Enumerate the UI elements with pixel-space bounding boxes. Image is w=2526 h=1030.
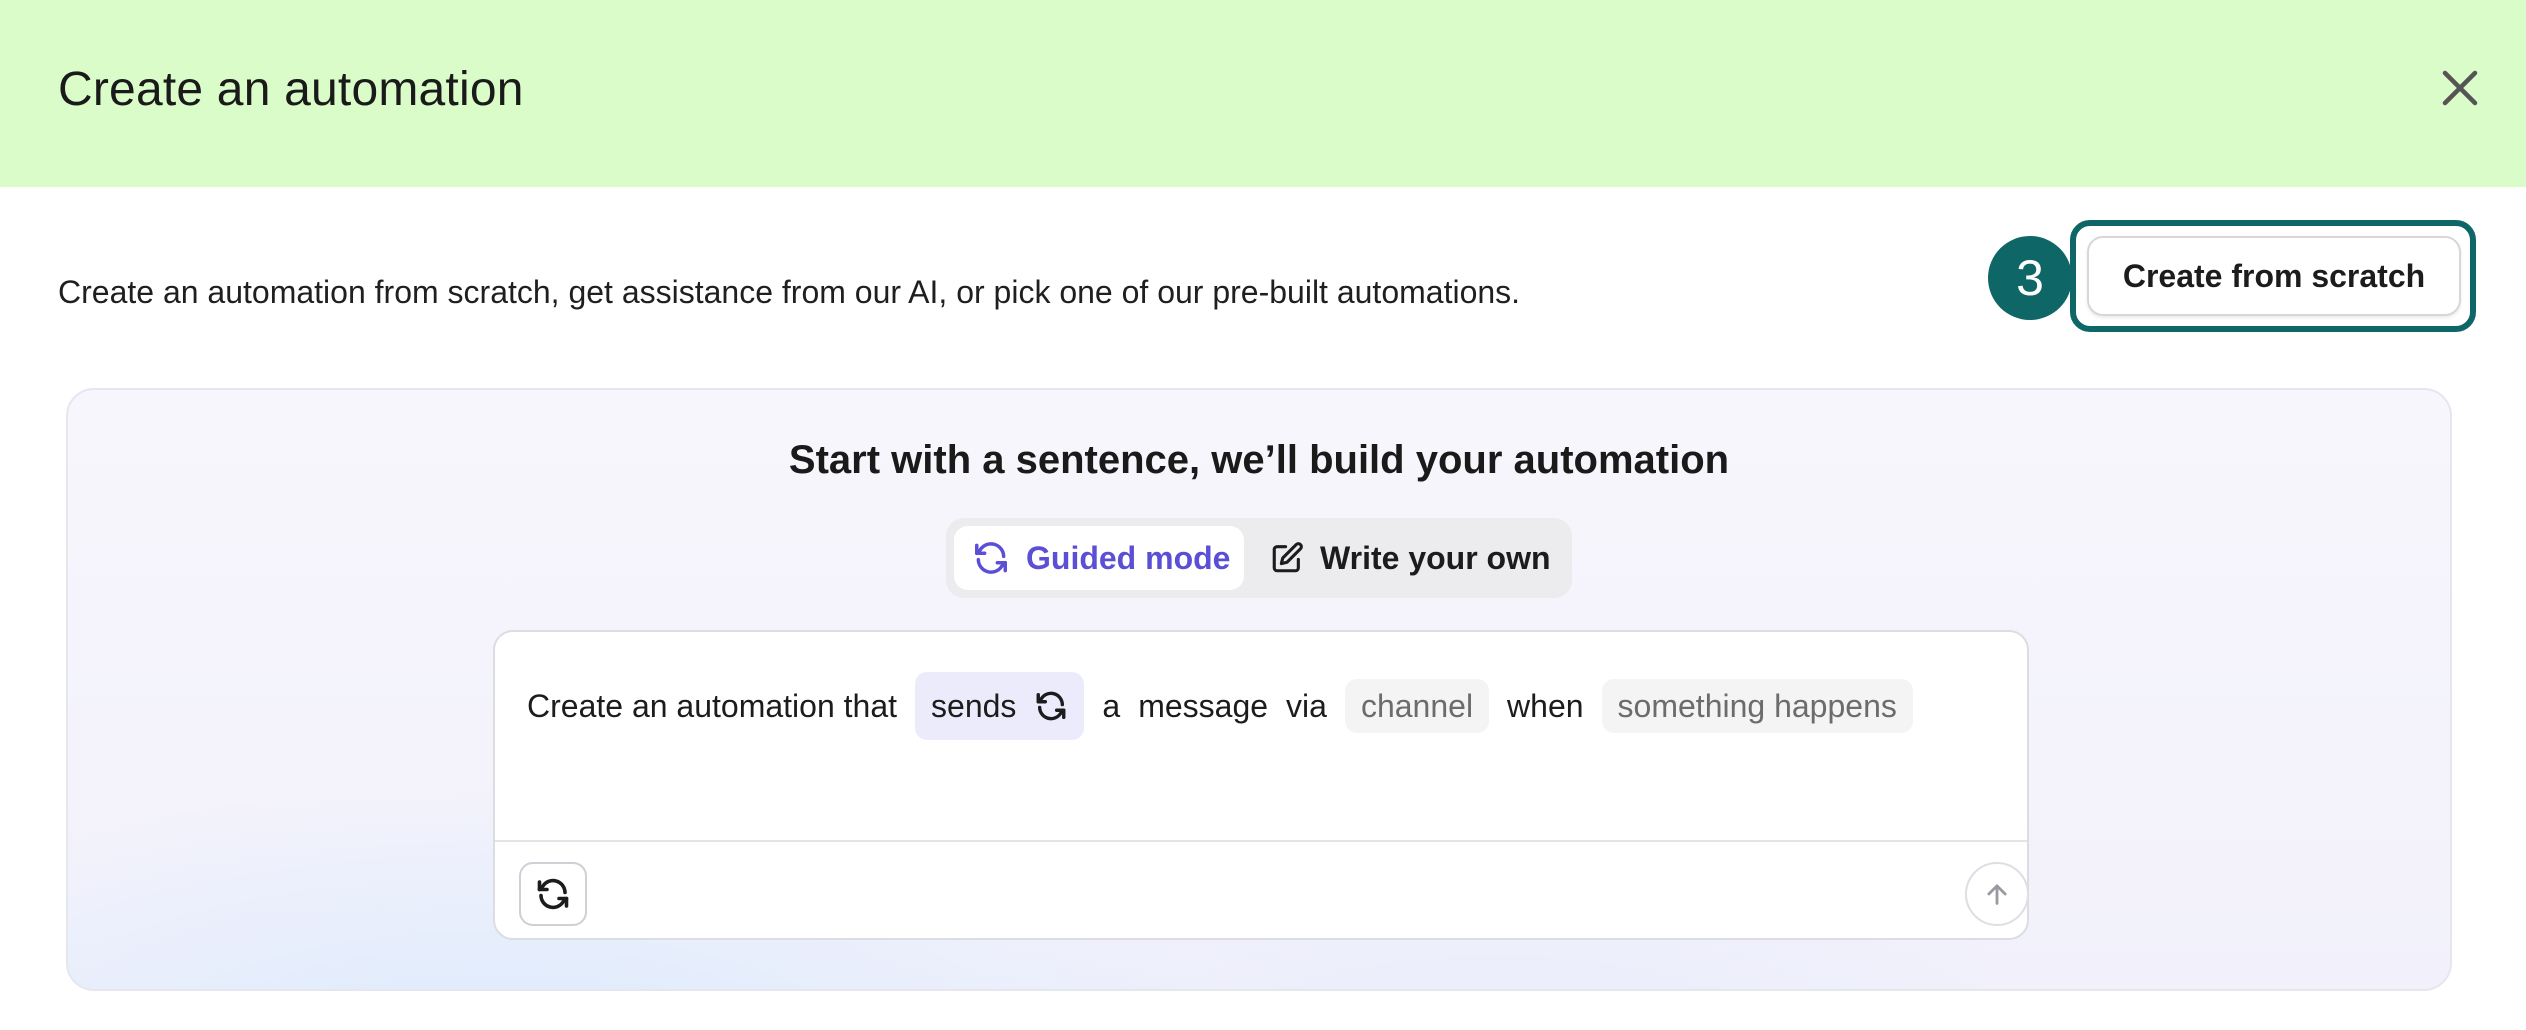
- tab-guided-mode[interactable]: Guided mode: [954, 526, 1244, 590]
- refresh-icon: [1036, 691, 1066, 721]
- shuffle-button[interactable]: [519, 862, 587, 926]
- ai-builder-title: Start with a sentence, we’ll build your …: [788, 438, 1730, 482]
- tab-guided-mode-label: Guided mode: [1026, 539, 1231, 576]
- close-icon: [2442, 70, 2478, 106]
- sentence-word: when: [1507, 687, 1584, 724]
- step-badge: 3: [1988, 236, 2072, 320]
- edit-icon: [1272, 542, 1303, 573]
- refresh-icon: [975, 542, 1007, 574]
- mode-toggle: Guided mode Write your own: [946, 518, 1572, 598]
- modal-description: Create an automation from scratch, get a…: [58, 274, 1521, 310]
- modal-title: Create an automation: [58, 63, 524, 116]
- action-chip-label: sends: [931, 687, 1017, 724]
- create-automation-modal: Create an automation Create an automatio…: [0, 0, 2526, 1030]
- channel-chip[interactable]: channel: [1344, 679, 1490, 733]
- tab-write-your-own[interactable]: Write your own: [1252, 526, 1564, 590]
- sentence-word: message: [1138, 687, 1269, 724]
- arrow-up-icon: [1987, 884, 2007, 905]
- close-button[interactable]: [2436, 64, 2484, 112]
- tab-write-your-own-label: Write your own: [1320, 539, 1551, 576]
- guided-sentence: Create an automation that sends a messag…: [527, 672, 1931, 740]
- sentence-word: a: [1102, 687, 1121, 724]
- sentence-word: via: [1286, 687, 1327, 724]
- create-from-scratch-button[interactable]: Create from scratch: [2087, 236, 2461, 316]
- modal-header: Create an automation: [0, 0, 2526, 187]
- trigger-chip[interactable]: something happens: [1601, 679, 1913, 733]
- sentence-prefix: Create an automation that: [527, 687, 898, 724]
- refresh-icon: [537, 878, 569, 910]
- sentence-composer: Create an automation that sends a messag…: [493, 630, 2029, 940]
- action-chip[interactable]: sends: [915, 672, 1085, 740]
- composer-divider: [495, 840, 2027, 842]
- send-button[interactable]: [1965, 862, 2029, 926]
- ai-builder-panel: Start with a sentence, we’ll build your …: [66, 388, 2452, 991]
